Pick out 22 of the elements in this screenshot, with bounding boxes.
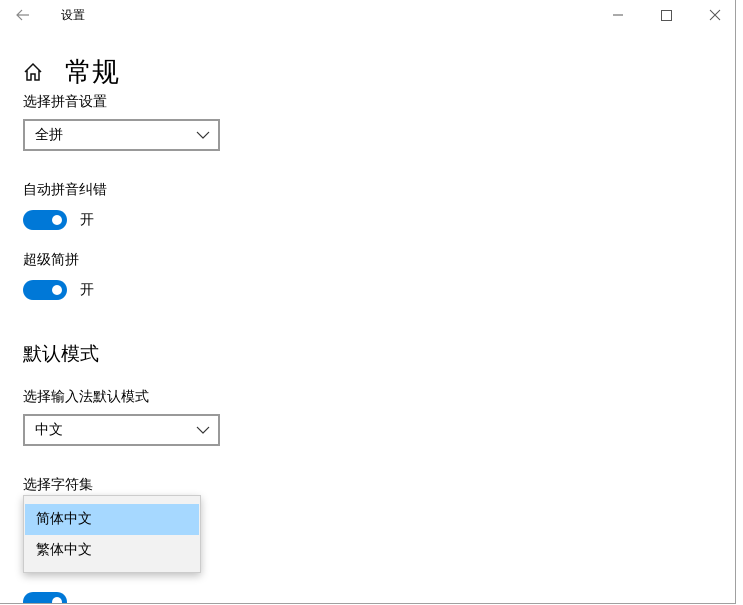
back-arrow-icon[interactable] xyxy=(16,9,30,21)
toggle-state: 开 xyxy=(80,211,94,229)
toggle-switch[interactable] xyxy=(23,280,67,300)
dropdown-option[interactable]: 繁体中文 xyxy=(25,535,199,566)
dropdown[interactable]: 全拼 xyxy=(23,119,220,151)
dropdown[interactable]: 中文 xyxy=(23,414,220,446)
chevron-down-icon xyxy=(196,426,210,434)
setting-label: 超级简拼 xyxy=(23,251,79,270)
toggle-state: 开 xyxy=(80,281,94,299)
close-icon[interactable] xyxy=(709,9,721,21)
setting-label: 选择拼音设置 xyxy=(23,93,107,112)
setting-label: 选择字符集 xyxy=(23,476,93,495)
chevron-down-icon xyxy=(196,131,210,139)
toggle-switch[interactable] xyxy=(23,210,67,230)
dropdown-option[interactable]: 简体中文 xyxy=(25,504,199,535)
setting-label: 自动拼音纠错 xyxy=(23,181,107,200)
window-title: 设置 xyxy=(61,6,85,24)
setting-label: 选择输入法默认模式 xyxy=(23,388,149,407)
home-icon[interactable] xyxy=(23,62,43,82)
maximize-icon[interactable] xyxy=(661,10,672,20)
page-title: 常规 xyxy=(65,56,119,90)
section-heading: 默认模式 xyxy=(23,342,99,367)
